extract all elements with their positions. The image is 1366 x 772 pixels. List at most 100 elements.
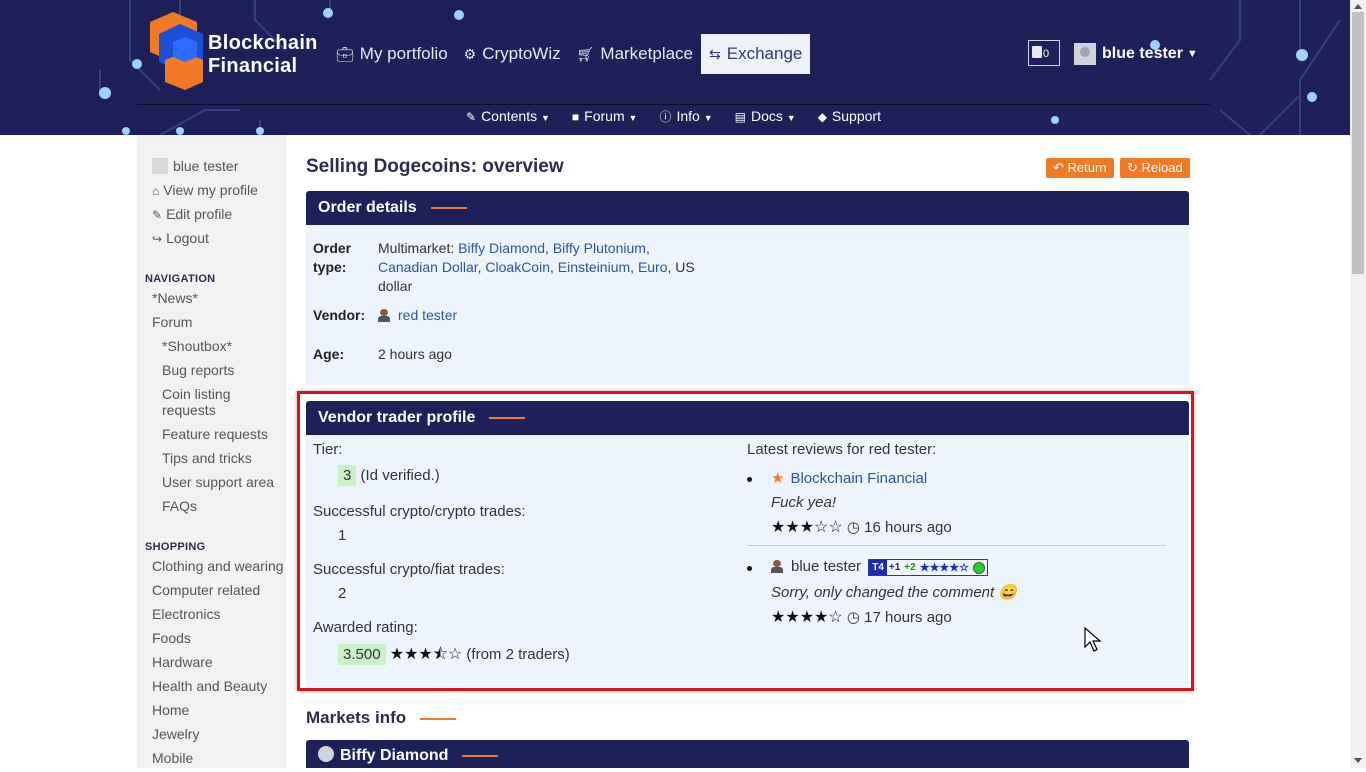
sidebar-item-hardware[interactable]: Hardware: [152, 654, 213, 670]
sidebar-user[interactable]: blue tester: [152, 158, 238, 174]
sidebar-item-computer[interactable]: Computer related: [152, 582, 260, 598]
cart-icon: 🛒︎: [576, 45, 595, 62]
order-type-value: Multimarket: Biffy Diamond, Biffy Pluton…: [378, 239, 718, 296]
sidebar-item-user-support[interactable]: User support area: [162, 474, 274, 490]
contents-icon: ✎: [466, 110, 477, 124]
sidebar-item-shoutbox[interactable]: *Shoutbox*: [162, 338, 232, 354]
age-label: Age:: [313, 346, 345, 362]
market-link[interactable]: Biffy Plutonium: [553, 240, 646, 256]
sidebar-item-jewelry[interactable]: Jewelry: [152, 726, 199, 742]
subnav-label: Support: [831, 108, 881, 124]
reload-label: Reload: [1141, 160, 1183, 175]
nav-heading: NAVIGATION: [145, 273, 216, 285]
logo-line-2: Financial: [208, 55, 298, 77]
market-link[interactable]: Einsteinium: [558, 259, 630, 275]
sidebar-item-home[interactable]: Home: [152, 702, 189, 718]
order-details-header: Order details: [306, 191, 1189, 225]
sidebar-item-bug-reports[interactable]: Bug reports: [162, 362, 234, 378]
markets-info-heading: Markets info: [306, 708, 457, 728]
nav-cryptowiz[interactable]: ⚙︎ CryptoWiz: [456, 34, 569, 74]
logo-text[interactable]: Blockchain Financial: [208, 32, 318, 78]
info-icon: ⓘ: [659, 110, 672, 124]
market-panel-header: Biffy Diamond: [306, 740, 1189, 768]
markets-info-title: Markets info: [306, 708, 407, 727]
caret-down-icon: ▼: [703, 113, 713, 123]
coin-icon: [318, 746, 334, 762]
caret-down-icon: ▼: [541, 113, 550, 123]
avatar: [152, 158, 168, 174]
order-type-label-1: Order: [313, 240, 352, 256]
order-type-line-2: Canadian Dollar, CloakCoin, Einsteinium,…: [378, 259, 695, 275]
logo-line-1: Blockchain: [208, 32, 318, 54]
sidebar-item-coin-listing[interactable]: Coin listing: [162, 386, 230, 402]
return-button[interactable]: ↶ Return: [1046, 158, 1114, 178]
sidebar-item-forum[interactable]: Forum: [152, 314, 192, 330]
subnav-contents[interactable]: ✎ Contents ▼: [466, 108, 550, 130]
age-value: 2 hours ago: [378, 346, 452, 362]
sidebar-item-tips[interactable]: Tips and tricks: [162, 450, 252, 466]
market-panel-title: Biffy Diamond: [340, 747, 449, 764]
subnav-support[interactable]: ◆ Support: [818, 108, 881, 130]
subnav-info[interactable]: ⓘ Info ▼: [659, 108, 712, 130]
highlight-box: [297, 391, 1194, 691]
sidebar-user-label: blue tester: [173, 158, 239, 174]
home-icon: ⌂: [152, 184, 160, 198]
vendor-link[interactable]: red tester: [398, 307, 457, 323]
return-icon: ↶: [1053, 160, 1064, 175]
nav-marketplace[interactable]: 🛒︎ Marketplace: [569, 34, 701, 74]
sidebar-logout[interactable]: ↪ Logout: [152, 230, 209, 246]
header-divider: [137, 104, 1210, 105]
folder-icon: ■: [571, 110, 580, 124]
sidebar-item-news[interactable]: *News*: [152, 290, 198, 306]
caret-down-icon: ▼: [628, 113, 638, 123]
scrollbar[interactable]: [1350, 0, 1366, 768]
nav-label: Marketplace: [600, 44, 694, 63]
accent-dash: [462, 754, 499, 757]
avatar: [1074, 43, 1096, 65]
market-link[interactable]: CloakCoin: [485, 259, 550, 275]
nav-label: CryptoWiz: [482, 44, 561, 63]
pencil-icon: ✎: [152, 208, 163, 222]
shopping-bag-icon: [1032, 46, 1042, 58]
market-link[interactable]: Euro: [638, 259, 668, 275]
sidebar-item-label: Edit profile: [166, 206, 233, 222]
book-icon: ▤: [734, 110, 746, 124]
order-type-label: Order type:: [313, 239, 351, 277]
sidebar-item-mobile[interactable]: Mobile: [152, 750, 193, 766]
sidebar-item-faqs[interactable]: FAQs: [162, 498, 197, 514]
accent-dash: [420, 717, 457, 720]
nav-my-portfolio[interactable]: 💼︎ My portfolio: [328, 34, 456, 74]
subnav-label: Contents: [481, 108, 538, 124]
user-name: blue tester: [1102, 45, 1183, 62]
reload-icon: ↻: [1127, 160, 1138, 175]
sidebar-view-profile[interactable]: ⌂ View my profile: [152, 182, 258, 198]
sidebar-item-foods[interactable]: Foods: [152, 630, 191, 646]
scrollbar-thumb[interactable]: [1352, 12, 1364, 274]
cart-button[interactable]: 0: [1028, 40, 1060, 66]
chevron-down-icon: ▼: [1186, 48, 1198, 60]
market-link[interactable]: Canadian Dollar: [378, 259, 478, 275]
subnav-docs[interactable]: ▤ Docs ▼: [735, 108, 796, 130]
user-menu[interactable]: blue tester ▼: [1074, 42, 1198, 66]
accent-dash: [430, 206, 467, 209]
sidebar-edit-profile[interactable]: ✎ Edit profile: [152, 206, 232, 222]
subnav-label: Forum: [584, 108, 625, 124]
vendor-label: Vendor:: [313, 307, 366, 323]
market-link[interactable]: Biffy Diamond: [458, 240, 545, 256]
sidebar-item-feature-requests[interactable]: Feature requests: [162, 426, 268, 442]
logout-icon: ↪: [152, 232, 163, 246]
return-label: Return: [1067, 160, 1107, 175]
scroll-down-icon[interactable]: [1354, 758, 1362, 763]
cart-count: 0: [1043, 48, 1050, 60]
sidebar-item-coin-listing-cont[interactable]: requests: [162, 402, 216, 418]
scroll-up-icon[interactable]: [1354, 4, 1362, 9]
reload-button[interactable]: ↻ Reload: [1120, 158, 1190, 178]
nav-exchange[interactable]: ⇆ Exchange: [701, 34, 811, 74]
sidebar-item-clothing[interactable]: Clothing and wearing: [152, 558, 284, 574]
person-icon: [378, 309, 390, 322]
sub-nav: ✎ Contents ▼ ■ Forum ▼ ⓘ Info ▼ ▤ Docs ▼ ◆ Su…: [466, 108, 903, 130]
subnav-forum[interactable]: ■ Forum ▼: [572, 108, 638, 130]
nav-label: Exchange: [726, 44, 803, 63]
sidebar-item-health[interactable]: Health and Beauty: [152, 678, 267, 694]
sidebar-item-electronics[interactable]: Electronics: [152, 606, 220, 622]
